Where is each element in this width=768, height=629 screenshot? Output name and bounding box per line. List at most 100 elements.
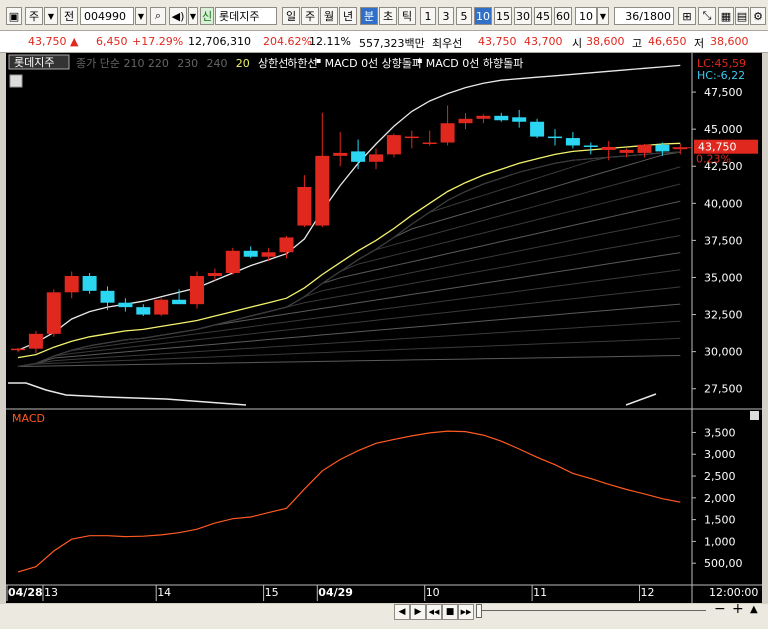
macd-tick-label: 500,00 bbox=[704, 557, 743, 570]
interval-45[interactable]: 45 bbox=[534, 7, 552, 25]
candle bbox=[82, 273, 97, 294]
chart-area[interactable]: 롯데지주 종가 단순 210 220 230 240 20 상한선 하한선 MACD 0선 상… bbox=[6, 53, 762, 603]
candle bbox=[369, 148, 383, 170]
candle-body bbox=[512, 117, 527, 122]
crosshair-icon[interactable]: ⤡ bbox=[698, 7, 716, 25]
zoom-slider[interactable] bbox=[476, 610, 706, 615]
candle bbox=[583, 142, 598, 155]
candle-body bbox=[154, 299, 169, 315]
history-icon[interactable]: ▼ bbox=[188, 7, 198, 25]
ma-band-line bbox=[17, 151, 681, 367]
interval-60[interactable]: 60 bbox=[554, 7, 572, 25]
open-label: 시 bbox=[572, 37, 583, 50]
candle-body bbox=[225, 250, 240, 274]
legend-item[interactable]: MACD 0선 상향돌파 bbox=[325, 57, 423, 70]
market-dropdown-icon[interactable]: ▼ bbox=[44, 7, 58, 25]
interval-3[interactable]: 3 bbox=[438, 7, 454, 25]
candle-body bbox=[261, 252, 276, 257]
legend-item[interactable]: 하한선 bbox=[287, 56, 317, 70]
time-label: 12:00:00 bbox=[709, 586, 758, 599]
legend-stock-name: 롯데지주 bbox=[14, 56, 54, 69]
price-tick-label: 40,000 bbox=[704, 197, 743, 210]
legend-item[interactable]: 20 bbox=[236, 57, 250, 70]
stock-code-input[interactable]: 004990 bbox=[80, 7, 134, 25]
period-second[interactable]: 초 bbox=[379, 7, 397, 25]
period-tick[interactable]: 틱 bbox=[398, 7, 416, 25]
zoom-slider-handle[interactable] bbox=[476, 604, 482, 618]
layout-icon[interactable]: ▣ bbox=[6, 7, 22, 25]
period-week[interactable]: 주 bbox=[301, 7, 319, 25]
search-icon[interactable]: ⌕ bbox=[150, 7, 166, 25]
legend-item[interactable]: 230 bbox=[177, 57, 198, 70]
interval-10[interactable]: 10 bbox=[474, 7, 492, 25]
candle bbox=[530, 118, 545, 139]
chart-tool-icon[interactable]: ⊞ bbox=[678, 7, 696, 25]
candle-body bbox=[243, 250, 258, 257]
interval-30[interactable]: 30 bbox=[514, 7, 532, 25]
interval-input[interactable]: 10 bbox=[575, 7, 597, 25]
legend-item[interactable]: 220 bbox=[148, 57, 169, 70]
interval-dropdown-icon[interactable]: ▼ bbox=[597, 7, 609, 25]
code-dropdown-icon[interactable]: ▼ bbox=[135, 7, 147, 25]
candle-body bbox=[583, 145, 598, 147]
candle-body bbox=[404, 136, 419, 139]
interval-15[interactable]: 15 bbox=[494, 7, 512, 25]
bid-price: 43,700 bbox=[524, 35, 563, 48]
speaker-icon[interactable]: ◀) bbox=[169, 7, 187, 25]
ma-band-line bbox=[17, 235, 681, 367]
interval-5[interactable]: 5 bbox=[456, 7, 472, 25]
forward-button[interactable]: ▶▶ bbox=[458, 604, 474, 620]
candle-body bbox=[297, 187, 312, 226]
scope-button[interactable]: 전 bbox=[60, 7, 78, 25]
low-label: 저 bbox=[694, 37, 705, 50]
settings-icon[interactable]: ⚙ bbox=[750, 7, 766, 25]
candle bbox=[28, 330, 43, 354]
grid-icon[interactable]: ▦ bbox=[718, 7, 734, 25]
candle-body bbox=[440, 123, 455, 143]
period-year[interactable]: 년 bbox=[339, 7, 357, 25]
stop-button[interactable]: ■ bbox=[442, 604, 458, 620]
candle-body bbox=[207, 273, 222, 276]
candle-body bbox=[28, 333, 43, 349]
x-tick-label: 11 bbox=[533, 586, 547, 599]
count-input[interactable]: 36/1800 bbox=[614, 7, 674, 25]
ma-band-line bbox=[17, 252, 681, 367]
close-pane-icon[interactable] bbox=[750, 411, 759, 420]
zoom-in-button[interactable]: + bbox=[732, 601, 744, 617]
lower-band-line bbox=[8, 382, 247, 406]
candle-body bbox=[601, 146, 616, 150]
ma-band-line bbox=[17, 286, 681, 367]
legend-item[interactable]: 240 bbox=[207, 57, 228, 70]
candle bbox=[64, 271, 79, 299]
scroll-left-button[interactable]: ◀ bbox=[394, 604, 410, 620]
low-price: 38,600 bbox=[710, 35, 749, 48]
rewind-button[interactable]: ◀◀ bbox=[426, 604, 442, 620]
ma-band-line bbox=[17, 151, 681, 367]
table-view-icon[interactable] bbox=[9, 74, 23, 88]
period-month[interactable]: 월 bbox=[320, 7, 338, 25]
ma-line-0 bbox=[17, 142, 681, 359]
period-minute[interactable]: 분 bbox=[360, 7, 378, 25]
candle bbox=[243, 246, 258, 259]
interval-1[interactable]: 1 bbox=[420, 7, 436, 25]
collapse-icon[interactable]: ▲ bbox=[750, 604, 758, 615]
price-tick-label: 30,000 bbox=[704, 346, 743, 359]
macd-tick-label: 2,500 bbox=[704, 470, 736, 483]
current-price: 43,750 bbox=[28, 35, 67, 48]
candle bbox=[548, 129, 562, 146]
market-select[interactable]: 주 bbox=[25, 7, 43, 25]
legend-item[interactable]: 상한선 bbox=[258, 57, 288, 70]
period-day[interactable]: 일 bbox=[282, 7, 300, 25]
zoom-out-button[interactable]: − bbox=[714, 601, 726, 617]
candle bbox=[422, 130, 437, 146]
legend-bullet bbox=[417, 59, 422, 63]
save-icon[interactable]: ▤ bbox=[735, 7, 749, 25]
candle bbox=[297, 175, 312, 228]
stock-name[interactable]: 롯데지주 bbox=[215, 7, 277, 25]
legend-item[interactable]: 종가 단순 210 bbox=[76, 57, 144, 70]
candle-body bbox=[476, 115, 491, 119]
price-tick-label: 32,500 bbox=[704, 309, 743, 322]
legend-item[interactable]: MACD 0선 하향돌파 bbox=[426, 56, 524, 70]
scroll-right-button[interactable]: ▶ bbox=[410, 604, 426, 620]
macd-tick-label: 3,000 bbox=[704, 448, 736, 461]
